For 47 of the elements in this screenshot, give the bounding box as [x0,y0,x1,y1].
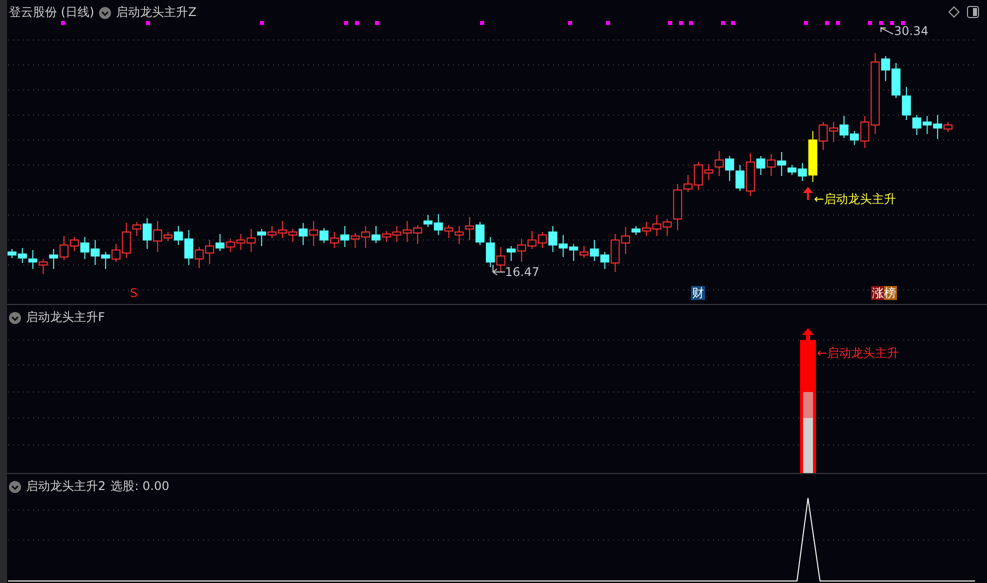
candlestick [402,220,412,242]
candlestick [268,226,276,238]
candlestick [216,234,224,252]
candlestick [829,122,838,142]
candlestick [892,62,900,98]
candlestick [725,156,734,182]
indicator-title: 启动龙头主升Z [116,4,196,21]
candlestick [454,226,464,244]
indicator-reading: 选股: 0.00 [110,478,170,496]
stock-title: 登云股份 (日线) [9,4,94,21]
candlestick [257,228,266,246]
candlestick [49,248,58,270]
indicator-title: 启动龙头主升F [26,309,105,326]
event-marker[interactable]: S [129,286,139,300]
candlestick [340,226,350,248]
leader-line [880,26,894,34]
diamond-icon[interactable] [948,6,960,18]
candlestick [38,258,48,274]
candlestick [476,222,484,246]
candlestick [558,234,568,258]
candlestick [205,240,214,264]
signal-label: ←启动龙头主升 [817,345,900,362]
candlestick [766,154,776,176]
candlestick [246,228,256,252]
candlestick [226,238,235,252]
indicator-title: 启动龙头主升2 [26,478,106,496]
price-label: 16.47 [505,265,540,279]
event-marker[interactable]: 财 [691,286,705,300]
candlestick [465,216,474,240]
event-marker[interactable]: 涨榜 [871,286,897,300]
price-label: 30.34 [894,24,928,38]
leader-line [492,264,506,276]
candlestick [330,232,339,248]
candlestick [922,116,932,134]
candlestick [28,250,38,270]
candlestick [528,230,536,250]
candlestick [486,236,495,268]
dropdown-icon[interactable] [9,312,21,324]
panel-toggle-icon[interactable] [967,6,979,18]
signal-arrow-icon [803,187,813,200]
signal-label: ←启动龙头主升 [814,191,896,208]
dropdown-icon[interactable] [9,480,21,493]
candlestick [392,226,402,242]
candlestick [278,220,287,238]
candlestick [236,234,246,250]
dropdown-icon[interactable] [99,6,112,18]
candlestick [569,244,578,262]
